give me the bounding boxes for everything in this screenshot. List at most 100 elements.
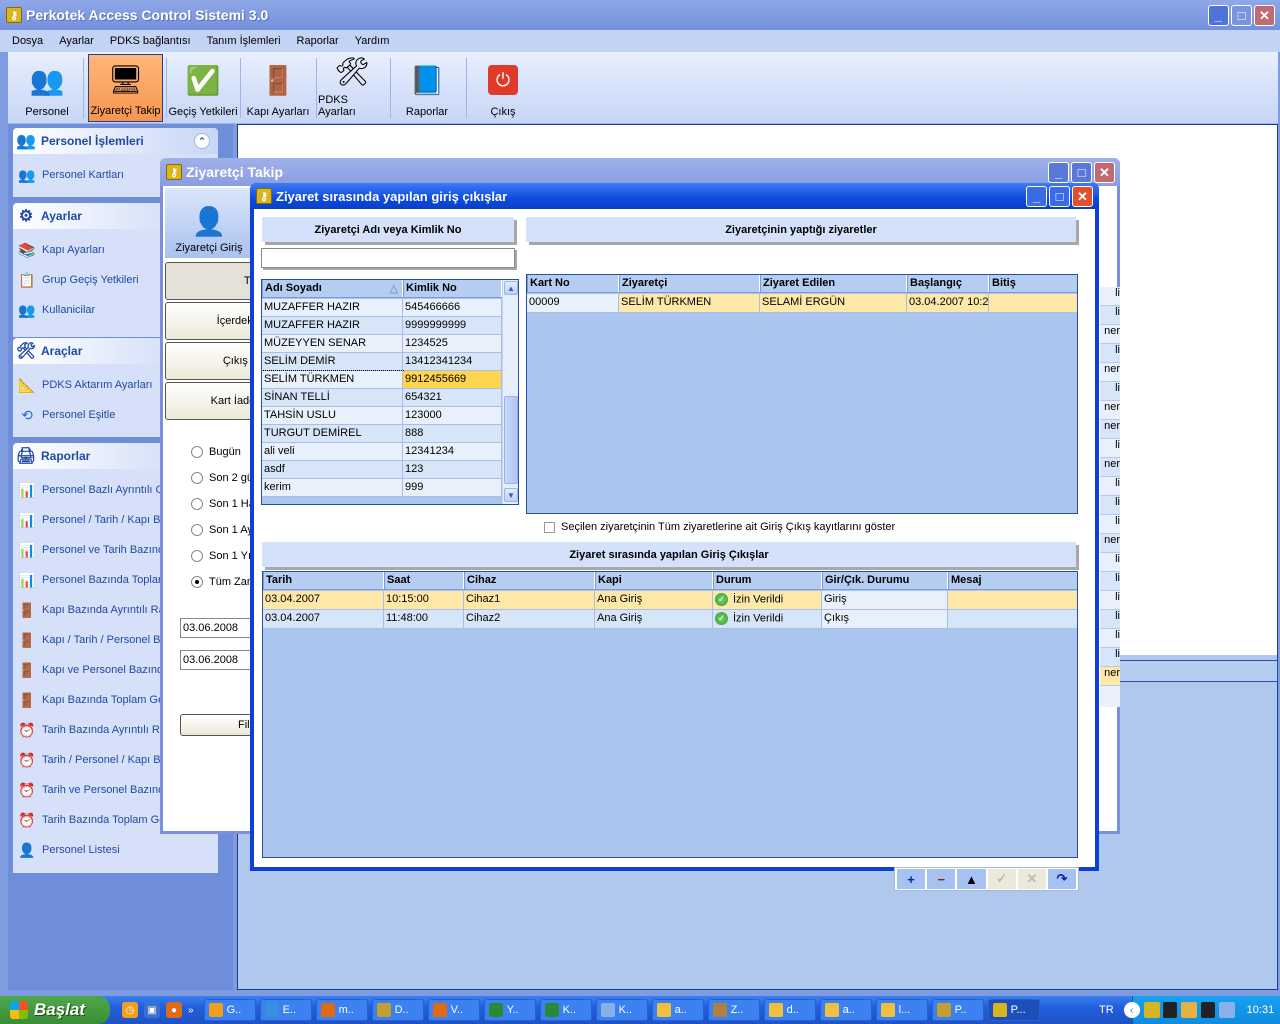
edit-record-button[interactable]: ▲ xyxy=(957,869,986,889)
radio-son-2-gun[interactable]: Son 2 gün xyxy=(191,472,259,484)
radio-circle[interactable] xyxy=(191,576,203,588)
start-button[interactable]: Başlat xyxy=(0,996,110,1024)
language-indicator[interactable]: TR xyxy=(1099,1004,1114,1016)
expand-tray-icon[interactable]: ‹ xyxy=(1123,1002,1140,1018)
taskbar-task[interactable]: V.. xyxy=(427,999,480,1021)
column-header[interactable]: Bitiş xyxy=(989,275,1077,292)
toolbar-ziyaretci-takip[interactable]: 🖥 Ziyaretçi Takip xyxy=(88,54,163,122)
checkbox-box[interactable] xyxy=(544,521,555,533)
visitor-row[interactable]: SELİM DEMİR 13412341234 xyxy=(262,353,502,371)
menu-tanim[interactable]: Tanım İşlemleri xyxy=(207,35,281,47)
radio-circle[interactable] xyxy=(191,472,203,484)
taskbar-task[interactable]: K.. xyxy=(539,999,592,1021)
menu-ayarlar[interactable]: Ayarlar xyxy=(59,35,94,47)
menu-yardim[interactable]: Yardım xyxy=(355,35,390,47)
column-header[interactable]: Saat xyxy=(384,572,464,589)
radio-bugun[interactable]: Bugün xyxy=(191,446,241,458)
visitor-row[interactable]: ali veli 12341234 xyxy=(262,443,502,461)
visitor-row[interactable]: MUZAFFER HAZIR 545466666 xyxy=(262,299,502,317)
toolbar-raporlar[interactable]: 📘 Raporlar xyxy=(393,54,461,122)
close-button[interactable]: ✕ xyxy=(1094,162,1115,183)
taskbar-task[interactable]: P... xyxy=(987,999,1040,1021)
filter-tumu-button[interactable]: Tümü xyxy=(165,262,253,300)
post-record-button[interactable]: ✓ xyxy=(987,869,1016,889)
column-header[interactable]: Başlangıç xyxy=(907,275,989,292)
radio-circle[interactable] xyxy=(191,550,203,562)
table-row[interactable]: 00009 SELİM TÜRKMEN SELAMİ ERGÜN 03.04.2007… xyxy=(527,294,1077,313)
taskbar-task[interactable]: Z.. xyxy=(707,999,760,1021)
filter-kart-iade-button[interactable]: Kart İade Etmeyenler xyxy=(165,382,253,420)
filter-cikis-yapanlar-button[interactable]: Çıkış Yapanlar xyxy=(165,342,253,380)
toolbar-pdks-ayarlari[interactable]: 🛠 PDKS Ayarları xyxy=(318,54,386,122)
toolbar-cikis[interactable]: ⏻ Çıkış xyxy=(473,54,533,122)
network-icon[interactable] xyxy=(1218,1002,1235,1018)
table-row[interactable]: 03.04.2007 11:48:00 Cihaz2 Ana Giriş ✓ İzin V… xyxy=(263,610,1077,629)
taskbar-task[interactable]: D.. xyxy=(371,999,424,1021)
clock-app-icon[interactable]: ◷ xyxy=(122,1002,138,1018)
radio-son-1-ay[interactable]: Son 1 Ay xyxy=(191,524,253,536)
date-from-input[interactable]: 03.06.2008 xyxy=(180,618,254,638)
taskbar-task[interactable]: E.. xyxy=(259,999,312,1021)
column-header[interactable]: Tarih xyxy=(263,572,384,589)
toolbar-personel[interactable]: 👥 Personel xyxy=(14,54,80,122)
collapse-icon[interactable]: ⌃ xyxy=(194,133,210,149)
column-header[interactable]: Durum xyxy=(713,572,822,589)
traffic-light-icon[interactable] xyxy=(1200,1002,1215,1018)
clipboard-icon[interactable] xyxy=(1180,1002,1197,1018)
taskbar-task[interactable]: d.. xyxy=(763,999,816,1021)
taskbar-task[interactable]: G.. xyxy=(203,999,256,1021)
taskbar-task[interactable]: P.. xyxy=(931,999,984,1021)
radio-circle[interactable] xyxy=(191,446,203,458)
visitor-row[interactable]: asdf 123 xyxy=(262,461,502,479)
desktop-icon[interactable]: ▣ xyxy=(144,1002,160,1018)
column-header[interactable]: Ziyaret Edilen xyxy=(760,275,907,292)
toolbar-kapi-ayarlari[interactable]: 🚪 Kapı Ayarları xyxy=(243,54,313,122)
ziyaretci-giris-button[interactable]: 👤 Ziyaretçi Giriş xyxy=(165,188,253,258)
taskbar-task[interactable]: a.. xyxy=(819,999,872,1021)
column-header[interactable]: Mesaj xyxy=(948,572,1077,589)
delete-record-button[interactable]: − xyxy=(927,869,956,889)
menu-dosya[interactable]: Dosya xyxy=(12,35,43,47)
traffic-light-icon[interactable] xyxy=(1162,1002,1177,1018)
cancel-record-button[interactable]: ✕ xyxy=(1017,869,1046,889)
firefox-icon[interactable]: ● xyxy=(166,1002,182,1018)
taskbar-task[interactable]: K.. xyxy=(595,999,648,1021)
chevron-more-icon[interactable]: » xyxy=(188,1005,194,1016)
radio-circle[interactable] xyxy=(191,524,203,536)
minimize-button[interactable]: _ xyxy=(1208,5,1229,26)
show-all-visits-checkbox[interactable]: Seçilen ziyaretçinin Tüm ziyaretlerine a… xyxy=(544,521,895,533)
taskbar-task[interactable]: m.. xyxy=(315,999,368,1021)
add-record-button[interactable]: + xyxy=(897,869,926,889)
maximize-button[interactable]: □ xyxy=(1071,162,1092,183)
visitor-row[interactable]: MÜZEYYEN SENAR 1234525 xyxy=(262,335,502,353)
close-button[interactable]: ✕ xyxy=(1072,186,1093,207)
column-header[interactable]: Cihaz xyxy=(464,572,595,589)
col-adi-soyadi[interactable]: Adı Soyadı △ xyxy=(262,280,403,297)
radio-son-1-yil[interactable]: Son 1 Yıl xyxy=(191,550,253,562)
column-header[interactable]: Kapi xyxy=(595,572,713,589)
maximize-button[interactable]: □ xyxy=(1049,186,1070,207)
menu-pdks[interactable]: PDKS bağlantısı xyxy=(110,35,191,47)
visitor-search-input[interactable] xyxy=(261,248,515,268)
filter-icerdeki-button[interactable]: İçerdeki Ziyaretçiler xyxy=(165,302,253,340)
maximize-button[interactable]: □ xyxy=(1231,5,1252,26)
close-button[interactable]: ✕ xyxy=(1254,5,1275,26)
visitor-row[interactable]: kerim 999 xyxy=(262,479,502,497)
visitor-row[interactable]: TAHSİN USLU 123000 xyxy=(262,407,502,425)
sidebar-item-report[interactable]: 👤 Personel Listesi xyxy=(16,837,216,863)
group-personel-islemleri[interactable]: 👥 Personel İşlemleri ⌃ xyxy=(13,128,218,154)
taskbar-task[interactable]: a.. xyxy=(651,999,704,1021)
toolbar-gecis-yetkileri[interactable]: ✅ Geçiş Yetkileri xyxy=(168,54,238,122)
minimize-button[interactable]: _ xyxy=(1048,162,1069,183)
column-header[interactable]: Kart No xyxy=(527,275,619,292)
menu-raporlar[interactable]: Raporlar xyxy=(297,35,339,47)
visitor-row[interactable]: MUZAFFER HAZIR 9999999999 xyxy=(262,317,502,335)
column-header[interactable]: Ziyaretçi xyxy=(619,275,760,292)
minimize-button[interactable]: _ xyxy=(1026,186,1047,207)
date-to-input[interactable]: 03.06.2008 xyxy=(180,650,254,670)
col-kimlik-no[interactable]: Kimlik No xyxy=(403,280,502,297)
column-header[interactable]: Gir/Çık. Durumu xyxy=(822,572,948,589)
scroll-down-icon[interactable]: ▼ xyxy=(504,488,518,502)
scroll-thumb[interactable] xyxy=(504,396,518,484)
taskbar-task[interactable]: Y.. xyxy=(483,999,536,1021)
